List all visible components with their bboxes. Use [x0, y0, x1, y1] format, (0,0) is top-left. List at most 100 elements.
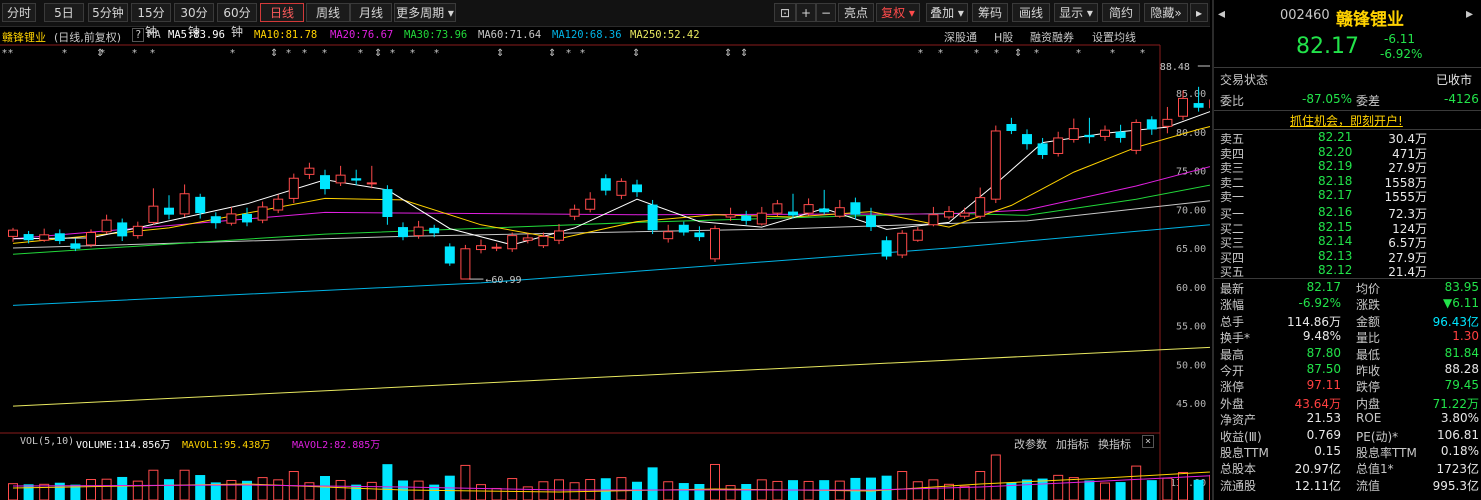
event-marker-icon: *	[62, 48, 67, 59]
candle-body-up	[725, 214, 736, 218]
sell-level-3-row[interactable]: 卖三 82.19 27.9万	[1214, 159, 1481, 175]
volume-bar-down	[881, 475, 892, 500]
candle-body-up	[460, 248, 471, 280]
candle-body-down	[819, 208, 830, 213]
candle-body-up	[834, 207, 845, 217]
volume-bar-down	[1084, 480, 1095, 500]
event-marker-icon: ⇕	[740, 48, 748, 59]
stat-value: 3.80%	[1440, 411, 1479, 426]
sell-level-5-row[interactable]: 卖五 82.21 30.4万	[1214, 130, 1481, 146]
weibi-label: 委比	[1220, 94, 1245, 108]
stat-value: 21.53	[1306, 411, 1341, 426]
event-marker-icon: *	[2, 48, 7, 59]
candle-body-down	[444, 246, 455, 264]
candle-body-down	[600, 178, 611, 191]
event-marker-icon: *	[100, 48, 105, 59]
order-price: 82.17	[1318, 188, 1353, 203]
event-marker-icon: ⇕	[374, 48, 382, 59]
event-marker-icon: *	[230, 48, 235, 59]
stat-label: 最低	[1356, 347, 1381, 362]
ma20-line	[12, 166, 1210, 240]
candle-body-up	[522, 237, 533, 241]
buy-level-2-row[interactable]: 买二 82.15 124万	[1214, 220, 1481, 236]
next-stock-icon[interactable]: ▸	[1466, 6, 1473, 22]
event-marker-icon: *	[1110, 48, 1115, 59]
volume-bar-down	[117, 476, 128, 500]
candle-body-down	[54, 233, 65, 242]
candle-body-up	[1178, 97, 1188, 117]
switch-indicator-button[interactable]: 换指标	[1098, 436, 1131, 452]
buy-level-4-row[interactable]: 买四 82.13 27.9万	[1214, 249, 1481, 265]
event-marker-icon: *	[150, 48, 155, 59]
candle-body-down	[1022, 134, 1032, 145]
stat-value: 9.48%	[1302, 329, 1341, 344]
quote-stats: 最新 82.17 均价 83.95 涨幅 -6.92% 涨跌 ▼6.11 总手 114.86万 金额…	[1214, 280, 1481, 500]
sell-level-4-row[interactable]: 卖四 82.20 471万	[1214, 145, 1481, 161]
candle-body-up	[585, 198, 596, 210]
edit-params-button[interactable]: 改参数	[1014, 436, 1047, 452]
candle-body-down	[1146, 119, 1157, 130]
stat-label: 最新	[1220, 282, 1245, 296]
volume-bar-down	[195, 475, 206, 500]
kline-chart[interactable]: * * * ⇕* * * * ⇕ * * * * ⇕ * * * ⇕ ⇕ * * ⇕ ⇕ ⇕ * * * * ⇕ * * * *85.0080…	[0, 0, 1210, 500]
candle-body-down	[788, 211, 798, 216]
event-marker-icon: *	[302, 48, 307, 59]
volume-value: VOLUME:114.856万	[76, 440, 171, 451]
stock-code: 002460	[1280, 8, 1330, 23]
stat-label: 总手	[1220, 314, 1245, 329]
stat-value: 43.64万	[1294, 396, 1341, 411]
candle-body-down	[741, 215, 752, 221]
open-account-link[interactable]: 抓住机会，即刻开户!	[1290, 112, 1403, 129]
volume-bar-up	[226, 479, 237, 500]
stat-label: 跌停	[1356, 380, 1381, 395]
candle-body-up	[273, 198, 284, 211]
volume-bar-down	[1115, 482, 1126, 500]
candle-body-down	[866, 215, 876, 228]
volume-bar-up	[975, 471, 986, 500]
low-price-label: ←60.99	[485, 275, 521, 286]
sell-level-1-row[interactable]: 卖一 82.17 1555万	[1214, 188, 1481, 204]
price-axis-tick: 80.00	[1176, 128, 1206, 139]
candle-body-up	[1053, 137, 1064, 154]
event-marker-icon: ⇕	[1014, 48, 1022, 59]
stat-value: 81.84	[1444, 345, 1479, 360]
candle-body-up	[257, 206, 268, 221]
stat-label: 外盘	[1220, 396, 1245, 411]
event-marker-icon: ⇕	[270, 48, 278, 59]
volume-bar-down	[1037, 478, 1048, 500]
candle-body-down	[881, 240, 892, 257]
add-indicator-button[interactable]: 加指标	[1056, 436, 1089, 452]
candle-body-up	[476, 245, 486, 251]
price-axis-tick: 50.00	[1176, 360, 1206, 371]
event-marker-icon: *	[566, 48, 571, 59]
candle-body-up	[1100, 129, 1110, 137]
volume-bar-up	[491, 487, 502, 500]
stat-value: ▼6.11	[1443, 296, 1479, 311]
stat-label: 量比	[1356, 331, 1381, 346]
prev-stock-icon[interactable]: ◂	[1218, 6, 1225, 22]
close-icon[interactable]: ×	[1142, 435, 1155, 448]
volume-bar-up	[1053, 474, 1064, 500]
event-marker-icon: *	[994, 48, 999, 59]
order-price: 82.14	[1318, 234, 1353, 249]
volume-bar-down	[1193, 479, 1204, 500]
candle-body-down	[351, 178, 362, 181]
buy-level-5-row[interactable]: 买五 82.12 21.4万	[1214, 263, 1481, 279]
stat-label: PE(动)*	[1356, 429, 1399, 444]
stat-row: 涨幅 -6.92% 涨跌 ▼6.11	[1214, 296, 1481, 312]
stat-label: 金额	[1356, 314, 1381, 329]
stat-value: 97.11	[1306, 378, 1341, 393]
candle-body-up	[959, 212, 970, 217]
candle-body-down	[242, 213, 252, 223]
stat-label: 流值	[1356, 478, 1381, 493]
event-marker-icon: *	[410, 48, 415, 59]
candle-body-up	[616, 180, 627, 196]
candle-body-down	[164, 207, 174, 215]
candle-body-down	[1193, 103, 1204, 108]
status-value: 已收市	[1436, 73, 1473, 87]
volume-bar-up	[257, 477, 268, 500]
buy-level-3-row[interactable]: 买三 82.14 6.57万	[1214, 234, 1481, 250]
event-marker-icon: *	[434, 48, 439, 59]
sell-level-2-row[interactable]: 卖二 82.18 1558万	[1214, 174, 1481, 190]
buy-level-1-row[interactable]: 买一 82.16 72.3万	[1214, 205, 1481, 221]
